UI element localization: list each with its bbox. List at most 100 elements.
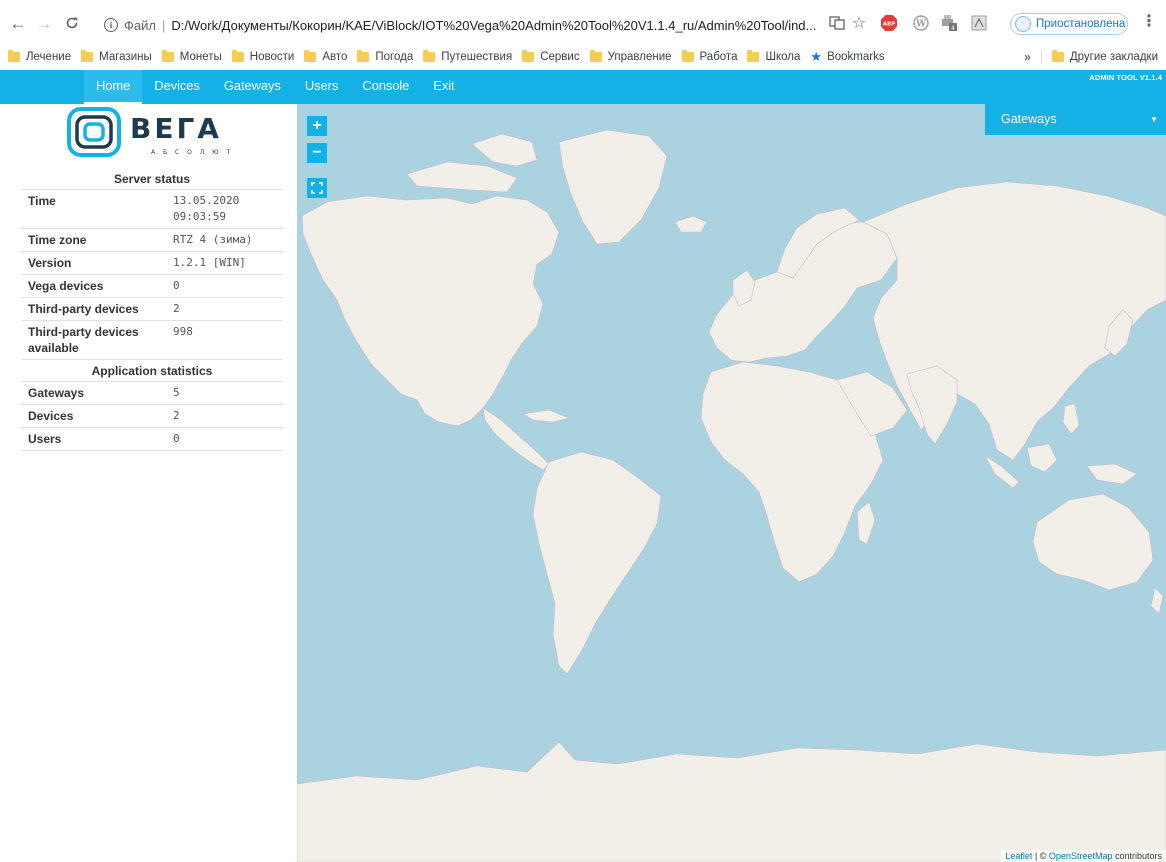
adblock-icon[interactable]: ABP — [880, 14, 898, 32]
pdf-icon[interactable] — [970, 14, 988, 32]
status-row-third-party-available: Third-party devices available 998 — [21, 321, 283, 360]
folder-icon — [304, 50, 317, 62]
bookmarks-overflow-icon[interactable]: » — [1024, 50, 1031, 64]
continent-north-america — [301, 195, 560, 427]
star-icon: ★ — [810, 49, 823, 64]
continent-australia — [1032, 493, 1154, 591]
map-tiles[interactable] — [297, 104, 1166, 862]
philippines — [1062, 403, 1080, 435]
folder-icon — [81, 50, 94, 62]
server-status-table: Server status Time 13.05.2020 09:03:59 Ti… — [21, 168, 283, 451]
bookmark-folder[interactable]: Новости — [231, 50, 294, 63]
leaflet-link[interactable]: Leaflet — [1005, 851, 1032, 861]
bookmark-folder[interactable]: Магазины — [81, 50, 152, 63]
url-text[interactable]: D:/Work/Документы/Кокорин/KAE/ViBlock/IO… — [171, 18, 816, 33]
svg-text:ABP: ABP — [883, 22, 895, 28]
folder-icon — [161, 50, 174, 62]
world-map[interactable]: + − Gateways ▼ Leaflet | © OpenStreetMap… — [297, 104, 1166, 862]
bookmark-folder[interactable]: Путешествия — [423, 50, 512, 63]
logo-wordmark: ВЕГА — [130, 112, 222, 145]
arctic-islands-east — [471, 133, 538, 167]
folder-icon — [231, 50, 244, 62]
bookmark-folder[interactable]: Работа — [681, 50, 737, 63]
folder-icon — [423, 50, 436, 62]
iceland — [674, 215, 708, 233]
status-row-third-party-devices: Third-party devices 2 — [21, 298, 283, 321]
madagascar — [856, 501, 876, 545]
nav-console[interactable]: Console — [350, 70, 421, 104]
bookmark-folder[interactable]: Управление — [589, 50, 672, 63]
gateways-dropdown-label: Gateways — [1001, 112, 1057, 126]
server-time: 09:03:59 — [173, 210, 226, 223]
server-status-title: Server status — [21, 168, 283, 190]
browser-toolbar: ← → i Файл | D:/Work/Документы/Кокорин/K… — [0, 0, 1166, 44]
admin-tool-version: ADMIN TOOL V1.1.4 — [1089, 73, 1162, 82]
bookmark-folder[interactable]: Школа — [747, 50, 800, 63]
map-attribution: Leaflet | © OpenStreetMap contributors — [1001, 850, 1166, 862]
url-scheme: Файл — [124, 17, 156, 33]
continent-antarctica — [297, 741, 1166, 862]
folder-icon — [357, 50, 370, 62]
folder-icon — [681, 50, 694, 62]
info-icon[interactable]: i — [104, 18, 118, 32]
profile-status-label: Приостановлена — [1036, 18, 1126, 30]
nav-devices[interactable]: Devices — [142, 70, 212, 104]
caret-down-icon: ▼ — [1150, 115, 1158, 124]
nav-gateways[interactable]: Gateways — [212, 70, 293, 104]
new-zealand — [1150, 587, 1164, 615]
fullscreen-icon[interactable] — [307, 178, 327, 198]
borneo — [1026, 443, 1058, 473]
vega-logo-mark-icon — [67, 107, 121, 157]
app-navbar: Home Devices Gateways Users Console Exit… — [0, 70, 1166, 104]
printer-icon[interactable]: 4 — [940, 14, 958, 32]
browser-menu-icon[interactable]: ⋮ — [1140, 14, 1158, 32]
status-row-version: Version 1.2.1 [WIN] — [21, 252, 283, 275]
arctic-islands — [406, 161, 518, 193]
sidebar: ВЕГА А Б С О Л Ю Т Server status Time 13… — [0, 104, 297, 862]
svg-text:4: 4 — [951, 25, 955, 32]
cuba — [522, 409, 570, 423]
server-date: 13.05.2020 — [173, 194, 240, 207]
logo-subtitle: А Б С О Л Ю Т — [151, 149, 233, 156]
zoom-in-button[interactable]: + — [307, 116, 327, 136]
bookmark-star-icon[interactable]: ☆ — [850, 14, 868, 32]
bookmark-folder[interactable]: Погода — [357, 50, 413, 63]
continent-south-america — [532, 451, 662, 675]
osm-link[interactable]: OpenStreetMap — [1049, 851, 1113, 861]
bookmark-folder[interactable]: Авто — [304, 50, 347, 63]
address-bar[interactable]: i Файл | D:/Work/Документы/Кокорин/KAE/V… — [104, 11, 848, 39]
stats-row-devices: Devices 2 — [21, 405, 283, 428]
profile-avatar-icon — [1015, 16, 1031, 32]
status-row-timezone: Time zone RTZ 4 (зима) — [21, 229, 283, 252]
app-statistics-title: Application statistics — [21, 360, 283, 382]
new-guinea — [1086, 463, 1138, 485]
bookmark-folder[interactable]: Лечение — [8, 50, 71, 63]
stats-row-users: Users 0 — [21, 428, 283, 451]
zoom-out-button[interactable]: − — [307, 143, 327, 163]
back-arrow-icon[interactable]: ← — [8, 13, 28, 33]
bookmarks-divider — [1040, 50, 1042, 64]
folder-icon — [1051, 50, 1064, 62]
folder-icon — [522, 50, 535, 62]
forward-arrow-icon[interactable]: → — [34, 13, 54, 33]
folder-icon — [747, 50, 760, 62]
nav-users[interactable]: Users — [293, 70, 350, 104]
bookmark-starred[interactable]: ★ Bookmarks — [810, 49, 884, 65]
vega-logo: ВЕГА А Б С О Л Ю Т — [67, 107, 233, 157]
translate-icon[interactable] — [828, 14, 846, 32]
bookmark-folder[interactable]: Сервис — [522, 50, 580, 63]
gateways-dropdown[interactable]: Gateways ▼ — [985, 104, 1166, 135]
nav-exit[interactable]: Exit — [421, 70, 466, 104]
bookmarks-bar: Лечение Магазины Монеты Новости Авто Пог… — [0, 44, 1166, 70]
nav-home[interactable]: Home — [84, 70, 143, 104]
url-separator: | — [161, 17, 166, 33]
other-bookmarks-folder[interactable]: Другие закладки — [1051, 50, 1158, 63]
folder-icon — [589, 50, 602, 62]
profile-paused-button[interactable]: Приостановлена — [1010, 13, 1128, 35]
wordpress-icon[interactable]: W — [912, 14, 930, 32]
reload-icon[interactable] — [62, 13, 82, 33]
nav-menu: Home Devices Gateways Users Console Exit — [84, 70, 467, 104]
bookmark-folder[interactable]: Монеты — [161, 50, 222, 63]
greenland — [558, 129, 668, 245]
sumatra — [984, 455, 1020, 489]
